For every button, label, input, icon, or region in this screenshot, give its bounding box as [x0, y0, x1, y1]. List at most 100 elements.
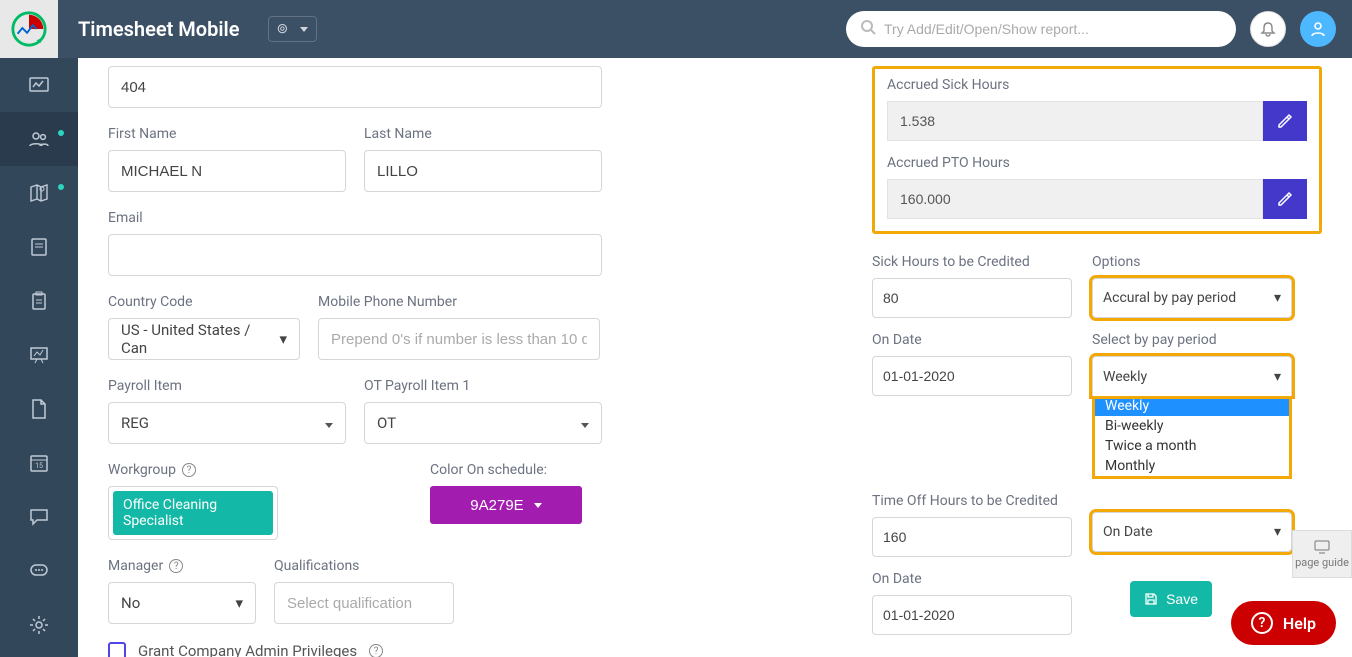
pay-period-value: Weekly	[1103, 369, 1147, 385]
accrued-pto-input[interactable]	[887, 179, 1263, 219]
chevron-down-icon	[581, 414, 589, 432]
notifications-button[interactable]	[1250, 11, 1286, 47]
on-date-1-input[interactable]	[872, 356, 1072, 396]
payroll-select[interactable]: REG	[108, 402, 346, 444]
grant-admin-checkbox[interactable]	[108, 642, 126, 657]
grant-admin-checkbox-row: Grant Company Admin Privileges ?	[108, 642, 668, 657]
email-label: Email	[108, 210, 668, 226]
options-2-select[interactable]: On Date ▾	[1092, 512, 1292, 552]
sidebar-item-analytics[interactable]	[0, 328, 78, 382]
pay-period-dropdown: Weekly Bi-weekly Twice a month Monthly	[1092, 396, 1292, 479]
search-container	[846, 11, 1236, 47]
dashboard-icon	[27, 73, 51, 97]
timeoff-input[interactable]	[872, 517, 1072, 557]
qualifications-input[interactable]	[274, 582, 454, 624]
chevron-down-icon	[534, 499, 542, 511]
logo-icon	[10, 10, 48, 48]
last-name-input[interactable]	[364, 150, 602, 192]
presentation-icon	[27, 343, 51, 367]
manager-value: No	[121, 594, 140, 612]
page-title: Timesheet Mobile	[78, 17, 240, 41]
sidebar: 15	[0, 58, 78, 657]
workgroup-tag[interactable]: Office Cleaning Specialist	[113, 491, 273, 535]
info-icon[interactable]: ?	[182, 463, 196, 477]
info-icon[interactable]: ?	[169, 559, 183, 573]
save-button[interactable]: Save	[1130, 581, 1212, 617]
payroll-label: Payroll Item	[108, 378, 346, 394]
sick-credit-input[interactable]	[872, 278, 1072, 318]
mobile-label: Mobile Phone Number	[318, 294, 600, 310]
workgroup-label: Workgroup ?	[108, 462, 372, 478]
on-date-2-input[interactable]	[872, 595, 1072, 635]
speech-icon	[27, 559, 51, 583]
chevron-down-icon: ▾	[279, 330, 287, 348]
sidebar-item-messages[interactable]	[0, 490, 78, 544]
sidebar-item-calendar[interactable]: 15	[0, 436, 78, 490]
email-input[interactable]	[108, 234, 602, 276]
on-date-1-label: On Date	[872, 332, 1072, 348]
help-icon: ?	[1251, 612, 1273, 634]
user-icon	[1309, 20, 1327, 38]
country-code-value: US - United States / Can	[121, 321, 279, 357]
ot-payroll-select[interactable]: OT	[364, 402, 602, 444]
profile-button[interactable]	[1300, 11, 1336, 47]
sidebar-item-tasks[interactable]	[0, 274, 78, 328]
country-code-label: Country Code	[108, 294, 300, 310]
app-logo	[0, 0, 58, 58]
monitor-icon	[1313, 540, 1331, 554]
color-picker-button[interactable]: 9A279E	[430, 486, 582, 524]
help-label: Help	[1283, 614, 1316, 633]
chevron-down-icon: ▾	[1274, 524, 1281, 540]
save-label: Save	[1166, 591, 1198, 607]
help-button[interactable]: ? Help	[1231, 601, 1336, 645]
sidebar-item-dashboard[interactable]	[0, 58, 78, 112]
payroll-value: REG	[121, 414, 149, 432]
first-name-input[interactable]	[108, 150, 346, 192]
sidebar-item-settings[interactable]	[0, 598, 78, 652]
color-label: Color On schedule:	[430, 462, 668, 478]
edit-icon	[1277, 113, 1293, 129]
sidebar-item-documents[interactable]	[0, 382, 78, 436]
calendar-icon: 15	[27, 451, 51, 475]
pay-period-option-weekly[interactable]: Weekly	[1095, 396, 1289, 416]
file-icon	[27, 397, 51, 421]
color-value: 9A279E	[470, 497, 523, 514]
chevron-down-icon: ▾	[235, 594, 243, 612]
accrued-sick-input[interactable]	[887, 101, 1263, 141]
qualifications-label: Qualifications	[274, 558, 454, 574]
bell-icon	[1260, 21, 1276, 37]
pay-period-option-twice[interactable]: Twice a month	[1095, 436, 1289, 456]
pay-period-option-biweekly[interactable]: Bi-weekly	[1095, 416, 1289, 436]
country-code-select[interactable]: US - United States / Can ▾	[108, 318, 300, 360]
currency-icon: ⊚	[277, 21, 289, 37]
search-input[interactable]	[884, 21, 1222, 37]
mobile-input[interactable]	[318, 318, 600, 360]
pay-period-option-monthly[interactable]: Monthly	[1095, 456, 1289, 476]
sidebar-item-locations[interactable]	[0, 166, 78, 220]
manager-label: Manager ?	[108, 558, 256, 574]
options-label: Options	[1092, 254, 1292, 270]
map-icon	[27, 181, 51, 205]
chat-icon	[27, 505, 51, 529]
sidebar-item-reports[interactable]	[0, 220, 78, 274]
accrued-box: Accrued Sick Hours Accrued PTO Hours	[872, 66, 1322, 234]
info-icon[interactable]: ?	[369, 644, 383, 657]
manager-select[interactable]: No ▾	[108, 582, 256, 624]
first-name-label: First Name	[108, 126, 346, 142]
accrued-pto-edit-button[interactable]	[1263, 179, 1307, 219]
search-icon	[860, 19, 876, 39]
timeoff-label: Time Off Hours to be Credited	[872, 493, 1072, 509]
id-input[interactable]	[108, 66, 602, 108]
chevron-down-icon	[325, 414, 333, 432]
chevron-down-icon	[300, 24, 308, 35]
options-select[interactable]: Accural by pay period ▾	[1092, 278, 1292, 318]
page-guide-button[interactable]: page guide	[1292, 530, 1352, 578]
accrued-sick-edit-button[interactable]	[1263, 101, 1307, 141]
topbar: Timesheet Mobile ⊚	[0, 0, 1352, 58]
currency-selector[interactable]: ⊚	[268, 16, 318, 42]
grant-admin-label: Grant Company Admin Privileges	[138, 642, 357, 657]
accrued-pto-label: Accrued PTO Hours	[887, 155, 1307, 171]
sidebar-item-chat[interactable]	[0, 544, 78, 598]
pay-period-select[interactable]: Weekly ▾	[1092, 356, 1292, 396]
sidebar-item-employees[interactable]	[0, 112, 78, 166]
